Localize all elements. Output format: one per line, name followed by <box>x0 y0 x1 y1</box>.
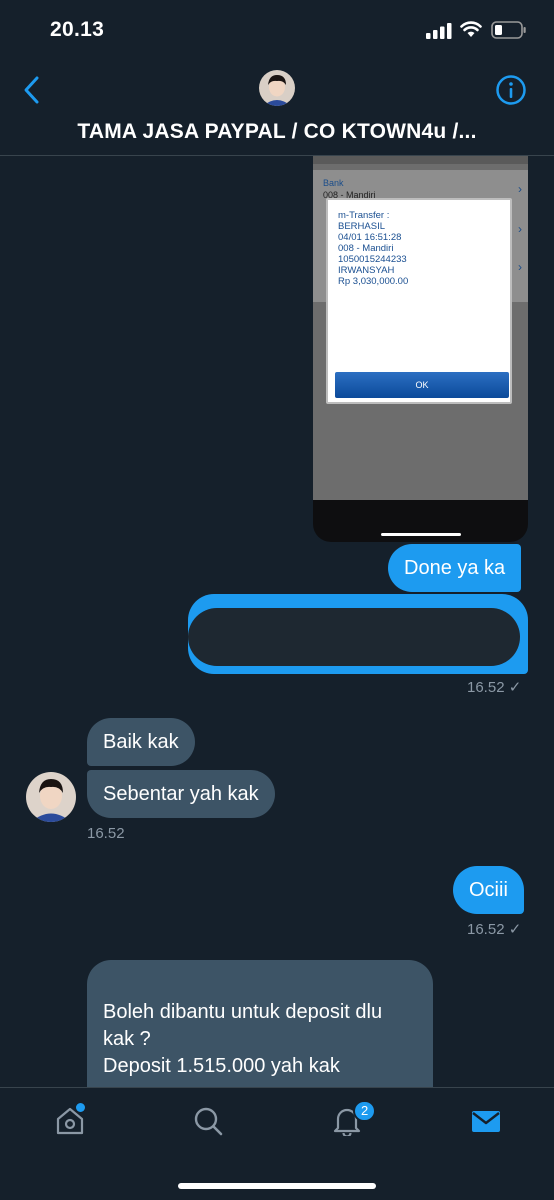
screenshot-dialog-text: m-Transfer : BERHASIL 04/01 16:51:28 008… <box>338 210 409 287</box>
home-indicator <box>178 1183 376 1189</box>
message-timestamp: 16.52 <box>87 825 125 842</box>
back-button[interactable] <box>18 74 46 106</box>
notification-badge: 2 <box>353 1100 377 1122</box>
transfer-screenshot-image[interactable]: Bank 008 - Mandiri › › › m-Transfer : BE… <box>313 156 528 542</box>
screenshot-chevron-icon: › <box>518 182 522 196</box>
message-bubble-incoming[interactable]: Baik kak <box>87 718 195 766</box>
screenshot-chevron-icon: › <box>518 260 522 274</box>
message-bubble-incoming[interactable]: Sebentar yah kak <box>87 770 275 818</box>
message-text: Baik kak <box>103 731 179 753</box>
screenshot-topstrip <box>313 156 528 164</box>
message-timestamp: 16.52 ✓ <box>467 921 522 938</box>
notification-dot <box>76 1103 85 1112</box>
message-text: Sebentar yah kak <box>103 783 259 805</box>
avatar-image <box>259 70 295 106</box>
bottom-navigation: 2 <box>0 1087 554 1200</box>
screenshot-home-indicator <box>381 533 461 536</box>
message-timestamp: 16.52 ✓ <box>467 679 522 696</box>
message-bubble-outgoing[interactable]: Done ya ka <box>388 544 522 592</box>
message-text: Boleh dibantu untuk deposit dlu kak ? De… <box>103 1001 383 1077</box>
redaction-bar <box>188 608 520 666</box>
message-bubble-outgoing[interactable]: Ociii <box>453 866 524 914</box>
conversation-header: TAMA JASA PAYPAL / CO KTOWN4u /... <box>0 58 554 156</box>
wifi-icon <box>460 21 482 37</box>
screenshot-screen: Bank 008 - Mandiri › › › m-Transfer : BE… <box>313 156 528 500</box>
header-avatar[interactable] <box>259 70 295 106</box>
search-icon[interactable] <box>193 1106 223 1136</box>
conversation-title: TAMA JASA PAYPAL / CO KTOWN4u /... <box>77 120 477 143</box>
message-text: Done ya ka <box>404 557 506 579</box>
status-time: 20.13 <box>50 18 105 41</box>
avatar-image <box>26 772 76 822</box>
status-bar: 20.13 <box>0 0 554 58</box>
mail-icon[interactable] <box>471 1106 501 1136</box>
info-button[interactable] <box>495 74 527 106</box>
sender-avatar[interactable] <box>26 772 76 822</box>
message-bubble-outgoing-redacted[interactable] <box>188 594 528 674</box>
screenshot-ok-button: OK <box>335 372 509 398</box>
message-text: Ociii <box>469 879 508 901</box>
screenshot-chevron-icon: › <box>518 222 522 236</box>
screenshot-dialog: m-Transfer : BERHASIL 04/01 16:51:28 008… <box>326 198 512 404</box>
battery-icon <box>491 21 526 39</box>
screenshot-row-label: Bank <box>323 178 344 188</box>
cellular-signal-icon <box>426 23 452 39</box>
